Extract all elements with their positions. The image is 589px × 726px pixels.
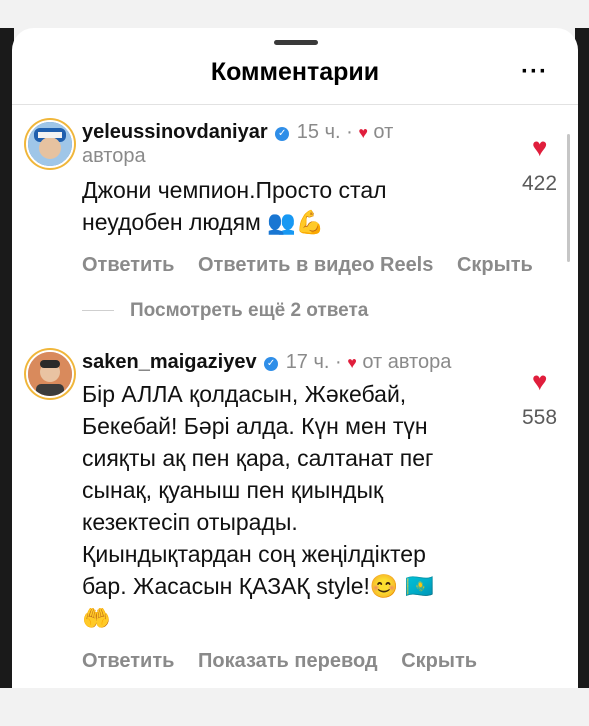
busts-emoji: 👥 <box>267 209 296 235</box>
header-divider <box>12 104 578 105</box>
kazakhstan-flag-emoji: 🇰🇿 <box>404 573 434 599</box>
author-label: от автора <box>362 351 452 373</box>
username[interactable]: yeleussinovdaniyar <box>82 121 268 143</box>
comment-text-line: бар. Жасасын ҚАЗАҚ style!😊 🇰🇿 <box>82 570 434 602</box>
comment-actions: Ответить Показать перевод Скрыть <box>82 650 495 673</box>
comment-text-line: Қиындықтардан соң жеңілдіктер <box>82 541 426 567</box>
timestamp: 15 ч. <box>296 121 341 143</box>
smiling-face-emoji: 😊 <box>369 573 399 599</box>
comment-header: saken_maigaziyev ✓ 17 ч. · ♥ от автора <box>82 350 451 376</box>
show-translation-button[interactable]: Показать перевод <box>198 650 378 672</box>
comment-text-line: Бір АЛЛА қолдасын, Жәкебай, <box>82 381 407 407</box>
separator: · <box>346 121 353 143</box>
hide-button[interactable]: Скрыть <box>457 254 533 276</box>
like-heart-icon[interactable]: ♥ <box>532 368 547 394</box>
like-heart-icon[interactable]: ♥ <box>532 134 547 160</box>
like-count: 422 <box>522 172 558 195</box>
comment-text-line: сынақ, қуаныш пен қиындық <box>82 477 384 503</box>
avatar-image <box>28 122 72 166</box>
like-count: 558 <box>522 406 558 429</box>
page-title: Комментарии <box>210 58 380 86</box>
reply-in-reels-button[interactable]: Ответить в видео Reels <box>198 254 433 276</box>
verified-badge-icon: ✓ <box>275 127 290 141</box>
timestamp: 17 ч. <box>285 351 330 373</box>
flexed-biceps-emoji: 💪 <box>295 209 325 235</box>
author-label: от <box>373 121 394 143</box>
separator: · <box>335 351 342 373</box>
comment-text-line: неудобен людям 👥💪 <box>82 206 387 238</box>
view-more-replies-label: Посмотреть ещё 2 ответа <box>130 300 369 321</box>
comment-text-line: кезектесіп отырады. <box>82 509 298 535</box>
comment-text-fragment: неудобен людям <box>82 209 261 235</box>
comment-header: yeleussinovdaniyar ✓ 15 ч. · ♥ от <box>82 120 393 146</box>
comment-text-line: Джони чемпион.Просто стал <box>82 177 387 203</box>
drag-handle[interactable] <box>274 40 318 45</box>
avatar[interactable] <box>26 120 74 168</box>
comments-sheet: Комментарии ··· yeleussinovdaniyar ✓ 15 … <box>12 28 578 688</box>
comment-actions: Ответить Ответить в видео Reels Скрыть <box>82 254 551 277</box>
comment-text-line: сияқты ақ пен қара, салтанат пег <box>82 445 434 471</box>
reply-button[interactable]: Ответить <box>82 254 174 276</box>
heart-icon: ♥ <box>358 125 368 142</box>
author-label-continued: автора <box>82 145 146 167</box>
verified-badge-icon: ✓ <box>264 357 279 371</box>
comment-text-line: 🤲 <box>82 602 434 634</box>
comment-text-fragment: бар. Жасасын ҚАЗАҚ style! <box>82 573 370 599</box>
hide-button[interactable]: Скрыть <box>401 650 477 672</box>
username[interactable]: saken_maigaziyev <box>82 351 257 373</box>
comment-text-line: Бекебай! Бәрі алда. Күн мен түн <box>82 413 428 439</box>
view-more-replies[interactable]: Посмотреть ещё 2 ответа <box>82 300 368 322</box>
heart-icon: ♥ <box>347 355 357 372</box>
more-options-icon[interactable]: ··· <box>521 58 548 86</box>
scrollbar[interactable] <box>567 134 570 262</box>
comment-text: Бір АЛЛА қолдасын, Жәкебай, Бекебай! Бәр… <box>82 378 434 634</box>
avatar[interactable] <box>26 350 74 398</box>
reply-button[interactable]: Ответить <box>82 650 174 672</box>
avatar-image <box>28 352 72 396</box>
palms-up-together-emoji: 🤲 <box>82 605 111 631</box>
replies-divider-line <box>82 310 114 311</box>
comment-text: Джони чемпион.Просто стал неудобен людям… <box>82 174 387 238</box>
